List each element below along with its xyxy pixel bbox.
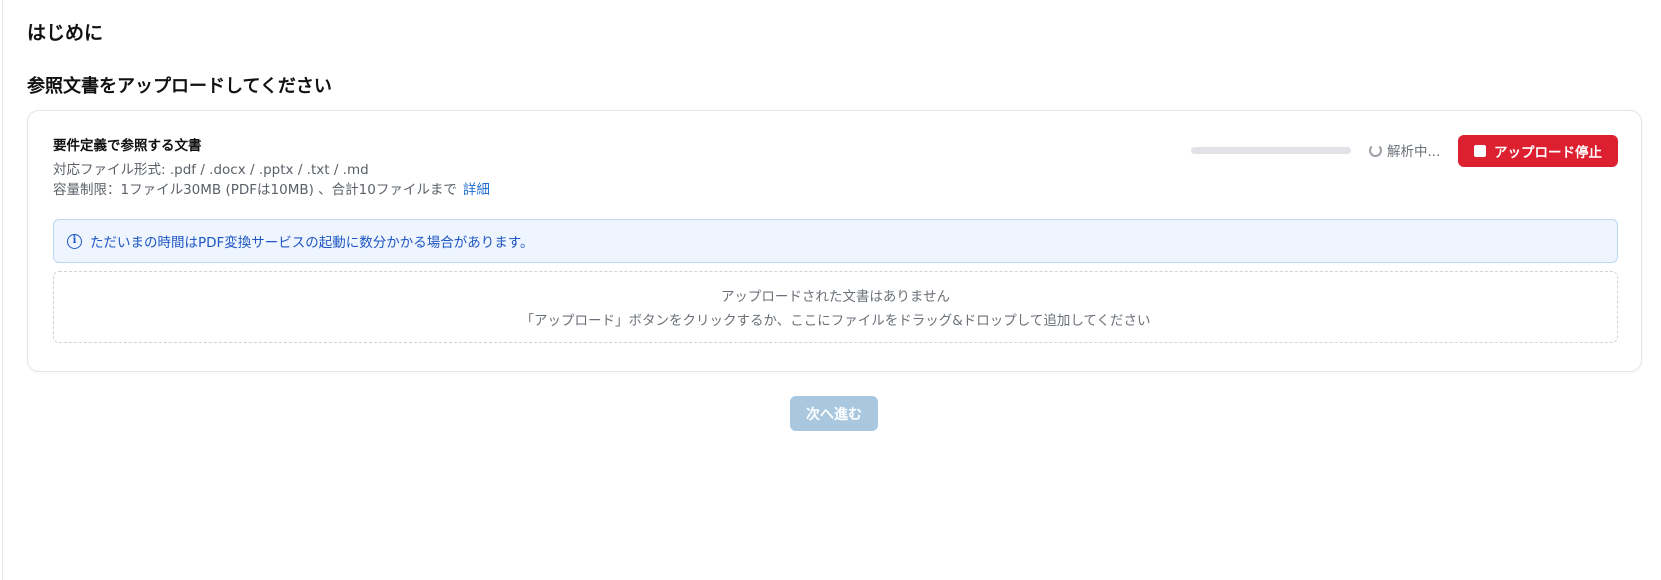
stop-upload-button[interactable]: アップロード停止 (1458, 135, 1618, 167)
stop-icon (1474, 145, 1486, 157)
parsing-status: 解析中... (1369, 140, 1440, 160)
size-limit-text: 容量制限：1ファイル30MB (PDFは10MB) 、合計10ファイルまで 詳細 (53, 178, 490, 198)
parsing-status-text: 解析中... (1387, 144, 1441, 160)
empty-state-title: アップロードされた文書はありません (720, 289, 951, 305)
detail-link[interactable]: 詳細 (463, 182, 490, 198)
upload-card: 要件定義で参照する文書 対応ファイル形式: .pdf / .docx / .pp… (27, 110, 1642, 372)
upload-progress-bar (1191, 147, 1351, 154)
stop-upload-label: アップロード停止 (1494, 145, 1602, 161)
info-notice-text: ただいまの時間はPDF変換サービスの起動に数分かかる場合があります。 (90, 235, 534, 251)
info-icon: i (67, 233, 82, 249)
left-divider (2, 0, 3, 580)
next-button[interactable]: 次へ進む (790, 396, 878, 431)
info-notice: i ただいまの時間はPDF変換サービスの起動に数分かかる場合があります。 (53, 219, 1618, 263)
file-dropzone[interactable]: アップロードされた文書はありません 「アップロード」ボタンをクリックするか、ここ… (53, 271, 1618, 343)
page-title: はじめに (27, 22, 104, 44)
size-limit-label: 容量制限：1ファイル30MB (PDFは10MB) 、合計10ファイルまで (53, 182, 457, 198)
spinner-icon (1369, 143, 1382, 157)
empty-state-hint: 「アップロード」ボタンをクリックするか、ここにファイルをドラッグ&ドロップして追… (520, 313, 1151, 329)
upload-card-heading: 要件定義で参照する文書 (53, 138, 202, 154)
section-title: 参照文書をアップロードしてください (27, 76, 332, 97)
supported-formats-text: 対応ファイル形式: .pdf / .docx / .pptx / .txt / … (53, 162, 369, 178)
